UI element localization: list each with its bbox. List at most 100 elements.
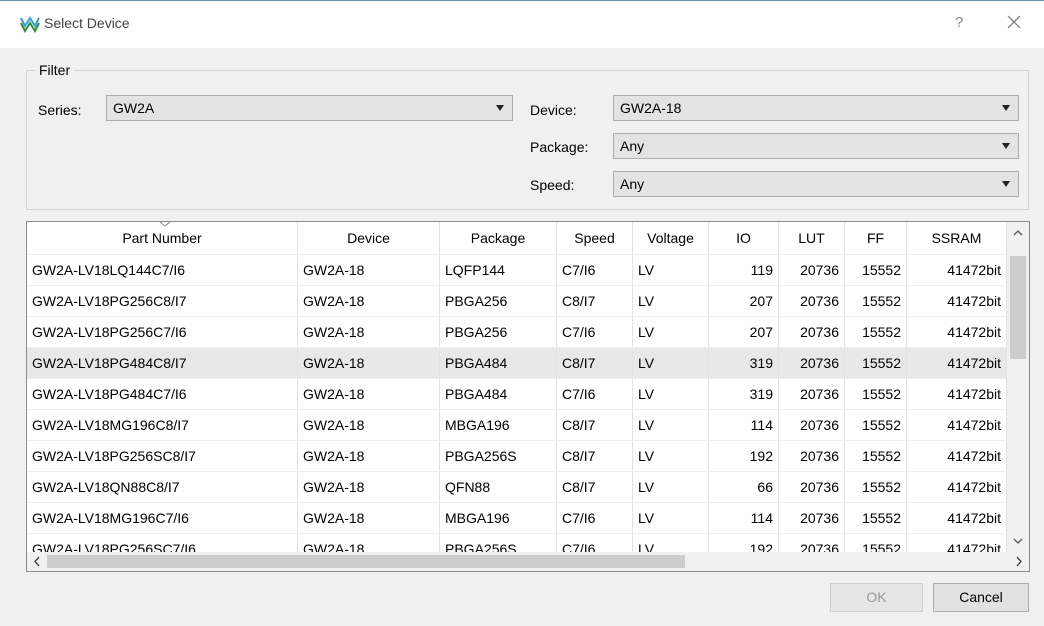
cell-voltage: LV <box>633 379 709 410</box>
cell-io: 66 <box>709 472 779 503</box>
device-value: GW2A-18 <box>620 100 682 116</box>
cell-package: MBGA196 <box>440 410 557 441</box>
cell-io: 192 <box>709 441 779 472</box>
sort-indicator-icon <box>159 222 171 227</box>
cell-lut: 20736 <box>779 286 845 317</box>
cell-device: GW2A-18 <box>298 472 440 503</box>
speed-select[interactable]: Any <box>613 171 1019 197</box>
cell-io: 319 <box>709 348 779 379</box>
series-select[interactable]: GW2A <box>106 95 513 121</box>
table-header: Part Number Device Package Speed Voltage… <box>27 222 1007 254</box>
column-header-package[interactable]: Package <box>440 222 557 254</box>
cell-ff: 15552 <box>845 410 907 441</box>
column-header-ssram[interactable]: SSRAM <box>907 222 1007 254</box>
cell-package: PBGA256S <box>440 441 557 472</box>
filter-legend: Filter <box>39 62 71 78</box>
cell-lut: 20736 <box>779 503 845 534</box>
column-header-part-number[interactable]: Part Number <box>27 222 298 254</box>
cell-io: 114 <box>709 503 779 534</box>
speed-value: Any <box>620 176 645 192</box>
cell-package: PBGA256 <box>440 286 557 317</box>
cell-package: MBGA196 <box>440 503 557 534</box>
column-header-lut[interactable]: LUT <box>779 222 845 254</box>
cell-voltage: LV <box>633 317 709 348</box>
cell-package: PBGA484 <box>440 379 557 410</box>
vertical-scroll-thumb[interactable] <box>1010 256 1026 359</box>
cell-part-number: GW2A-LV18LQ144C7/I6 <box>27 255 298 286</box>
column-header-speed[interactable]: Speed <box>557 222 633 254</box>
speed-label: Speed: <box>530 177 575 193</box>
window-title: Select Device <box>44 15 130 31</box>
cell-part-number: GW2A-LV18MG196C7/I6 <box>27 503 298 534</box>
scroll-left-icon[interactable] <box>27 552 47 571</box>
cell-ff: 15552 <box>845 472 907 503</box>
device-select[interactable]: GW2A-18 <box>613 95 1019 121</box>
chevron-down-icon <box>1002 105 1010 111</box>
cell-part-number: GW2A-LV18PG256C8/I7 <box>27 286 298 317</box>
table-row[interactable]: GW2A-LV18MG196C8/I7 GW2A-18 MBGA196 C8/I7 LV… <box>27 409 1007 441</box>
scroll-up-icon[interactable] <box>1007 222 1029 244</box>
column-header-device[interactable]: Device <box>298 222 440 254</box>
cell-part-number: GW2A-LV18QN88C8/I7 <box>27 472 298 503</box>
chevron-down-icon <box>1002 143 1010 149</box>
close-icon[interactable] <box>1003 11 1025 33</box>
cell-device: GW2A-18 <box>298 348 440 379</box>
scroll-right-icon[interactable] <box>1009 552 1029 571</box>
cell-lut: 20736 <box>779 410 845 441</box>
title-bar: Select Device ? <box>0 0 1044 48</box>
cell-package: QFN88 <box>440 472 557 503</box>
cell-speed: C8/I7 <box>557 441 633 472</box>
cell-speed: C7/I6 <box>557 379 633 410</box>
cell-part-number: GW2A-LV18PG256C7/I6 <box>27 317 298 348</box>
cell-lut: 20736 <box>779 317 845 348</box>
cell-device: GW2A-18 <box>298 410 440 441</box>
ok-button[interactable]: OK <box>830 583 923 612</box>
chevron-down-icon <box>1002 181 1010 187</box>
cell-voltage: LV <box>633 441 709 472</box>
table-row[interactable]: GW2A-LV18LQ144C7/I6 GW2A-18 LQFP144 C7/I6 LV… <box>27 254 1007 286</box>
table-row[interactable]: GW2A-LV18PG256C8/I7 GW2A-18 PBGA256 C8/I7 LV… <box>27 285 1007 317</box>
package-select[interactable]: Any <box>613 133 1019 159</box>
cell-ssram: 41472bit <box>907 503 1007 534</box>
table-row[interactable]: GW2A-LV18QN88C8/I7 GW2A-18 QFN88 C8/I7 LV 66 2… <box>27 471 1007 503</box>
column-header-ff[interactable]: FF <box>845 222 907 254</box>
app-logo-icon <box>20 16 40 33</box>
cell-ff: 15552 <box>845 441 907 472</box>
cell-speed: C8/I7 <box>557 472 633 503</box>
cell-lut: 20736 <box>779 348 845 379</box>
cell-ssram: 41472bit <box>907 317 1007 348</box>
column-header-voltage[interactable]: Voltage <box>633 222 709 254</box>
cell-ff: 15552 <box>845 286 907 317</box>
cell-speed: C7/I6 <box>557 503 633 534</box>
cell-speed: C8/I7 <box>557 348 633 379</box>
cancel-button[interactable]: Cancel <box>933 583 1029 612</box>
horizontal-scrollbar[interactable] <box>27 552 1029 571</box>
table-row[interactable]: GW2A-LV18PG484C7/I6 GW2A-18 PBGA484 C7/I6 LV… <box>27 378 1007 410</box>
cell-package: PBGA484 <box>440 348 557 379</box>
cell-ssram: 41472bit <box>907 255 1007 286</box>
cell-package: LQFP144 <box>440 255 557 286</box>
package-value: Any <box>620 138 645 154</box>
cell-voltage: LV <box>633 255 709 286</box>
cell-part-number: GW2A-LV18PG256SC8/I7 <box>27 441 298 472</box>
cell-ff: 15552 <box>845 255 907 286</box>
table-row[interactable]: GW2A-LV18MG196C7/I6 GW2A-18 MBGA196 C7/I6 LV… <box>27 502 1007 534</box>
help-button[interactable]: ? <box>955 14 963 31</box>
chevron-down-icon <box>496 105 504 111</box>
cell-speed: C8/I7 <box>557 410 633 441</box>
cell-lut: 20736 <box>779 255 845 286</box>
cell-io: 114 <box>709 410 779 441</box>
cell-ssram: 41472bit <box>907 472 1007 503</box>
package-label: Package: <box>530 139 589 155</box>
vertical-scrollbar[interactable] <box>1007 222 1029 552</box>
cell-part-number: GW2A-LV18PG484C8/I7 <box>27 348 298 379</box>
horizontal-scroll-thumb[interactable] <box>47 555 685 568</box>
table-row[interactable]: GW2A-LV18PG256SC8/I7 GW2A-18 PBGA256S C8/I7… <box>27 440 1007 472</box>
cell-ssram: 41472bit <box>907 286 1007 317</box>
scroll-down-icon[interactable] <box>1007 530 1029 552</box>
cell-voltage: LV <box>633 472 709 503</box>
cell-speed: C7/I6 <box>557 317 633 348</box>
table-row[interactable]: GW2A-LV18PG484C8/I7 GW2A-18 PBGA484 C8/I7 LV… <box>27 347 1007 379</box>
table-row[interactable]: GW2A-LV18PG256C7/I6 GW2A-18 PBGA256 C7/I6 LV… <box>27 316 1007 348</box>
column-header-io[interactable]: IO <box>709 222 779 254</box>
